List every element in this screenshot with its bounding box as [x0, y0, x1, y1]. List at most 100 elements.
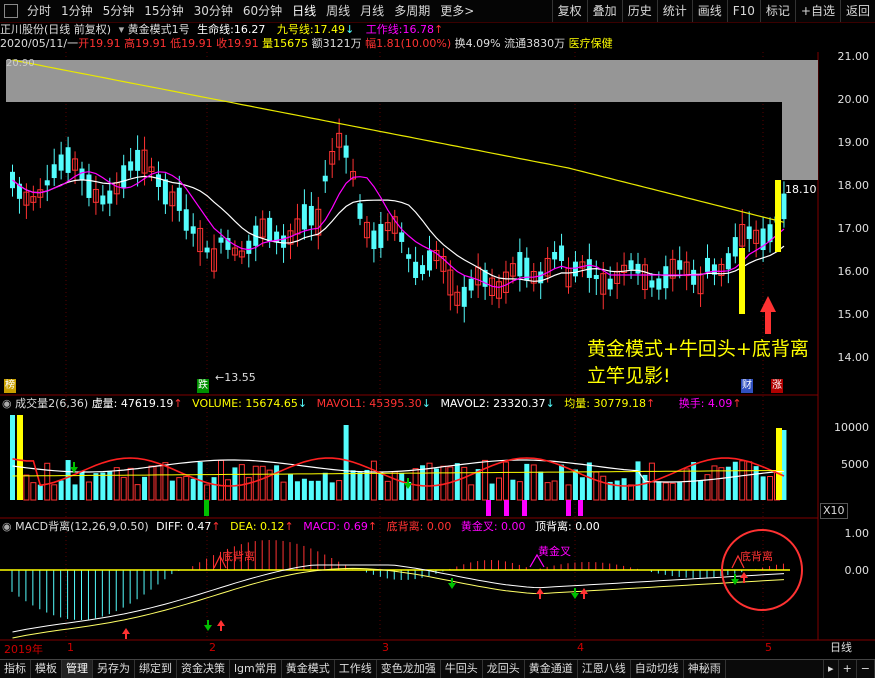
bottom-div-value: 底背离: 0.00 — [386, 520, 452, 533]
date-year: 2019年 — [4, 643, 43, 656]
zoom-in-icon[interactable]: + — [839, 660, 857, 678]
candle-down — [559, 245, 565, 261]
candle-down — [572, 261, 578, 277]
volume-bar-up — [148, 465, 155, 501]
candle-down — [176, 187, 182, 211]
volume-bar-up — [259, 465, 266, 501]
scroll-right-icon[interactable]: ▸ — [823, 660, 839, 678]
badge-die[interactable]: 跌 — [197, 379, 209, 393]
volume-bar-down — [72, 484, 78, 500]
volume-marker — [578, 500, 583, 516]
volume-bar-up — [600, 475, 607, 501]
tab-template[interactable]: 模板 — [31, 660, 62, 678]
tab-fund-decision[interactable]: 资金决策 — [177, 660, 230, 678]
candle-down — [677, 260, 683, 270]
price-tick: 17.00 — [837, 222, 870, 235]
volume-bar-down — [559, 464, 565, 500]
volume-bar-down — [572, 469, 578, 500]
candle-down — [155, 174, 161, 188]
volume-bar-down — [93, 473, 99, 500]
arrow-up-icon: ↑ — [367, 520, 378, 533]
tab-golden-mode[interactable]: 黄金模式 — [282, 660, 335, 678]
macd-header: ◉ MACD背离(12,26,9,0.50) DIFF: 0.47↑ DEA: … — [2, 520, 600, 534]
tab-lgm-common[interactable]: lgm常用 — [230, 660, 282, 678]
candle-down — [79, 168, 85, 181]
volume-bar-up — [218, 459, 224, 501]
volume-bar-down — [315, 480, 321, 500]
ma-white-line — [12, 175, 785, 282]
volume-bar-down — [169, 480, 175, 500]
diff-line — [12, 564, 785, 633]
candle-down — [705, 257, 710, 272]
tab-save-as[interactable]: 另存为 — [93, 660, 135, 678]
arrow-down-icon — [731, 574, 739, 585]
candle-down — [399, 232, 405, 242]
arrow-down-icon: ↓ — [297, 397, 308, 410]
tab-mystery-rain[interactable]: 神秘雨 — [684, 660, 726, 678]
volume-bar-up — [391, 471, 398, 501]
tab-golden-channel[interactable]: 黄金通道 — [525, 660, 578, 678]
volume-marker — [486, 500, 491, 516]
volume-bar-down — [614, 480, 620, 500]
tab-gann-eight[interactable]: 江恩八线 — [578, 660, 631, 678]
tab-auto-tangent[interactable]: 自动切线 — [631, 660, 684, 678]
volume-bar-up — [516, 481, 523, 501]
volume-bar-down — [329, 482, 335, 500]
volume-bar-up — [176, 477, 183, 501]
arrow-up-icon — [122, 628, 130, 639]
divergence-label: 底背离 — [740, 550, 773, 563]
volume-bar-down — [753, 466, 759, 500]
volume-marker — [522, 500, 527, 516]
candle-down — [343, 145, 349, 158]
tab-manage[interactable]: 管理 — [62, 660, 93, 678]
tab-work-line[interactable]: 工作线 — [335, 660, 377, 678]
pane-settings-icon[interactable]: ◉ — [2, 397, 12, 410]
candle-down — [135, 149, 141, 171]
candle-down — [656, 278, 662, 290]
volume-bar-up — [85, 481, 92, 501]
volume-bar-down — [322, 472, 328, 500]
candle-down — [732, 237, 738, 257]
volume-bar-up — [370, 460, 377, 501]
tab-bind-to[interactable]: 绑定到 — [135, 660, 177, 678]
zoom-out-icon[interactable]: − — [857, 660, 875, 678]
candle-down — [51, 164, 57, 179]
mavol1-value: MAVOL1: 45395.30 — [316, 397, 422, 410]
date-month: 5 — [765, 641, 772, 654]
volume-bar-down — [677, 482, 683, 500]
candle-down — [322, 175, 328, 182]
tab-bull-return[interactable]: 牛回头 — [441, 660, 483, 678]
pane-settings-icon[interactable]: ◉ — [2, 520, 12, 533]
annotation-subtitle: 立竿见影! — [587, 365, 671, 387]
volume-bar-up — [718, 467, 725, 501]
candle-down — [44, 180, 50, 186]
candle-down — [406, 254, 412, 259]
volume-bar-down — [232, 467, 238, 500]
volume-title[interactable]: 成交量2(6,36) — [15, 397, 88, 410]
low-price-label: ←13.55 — [215, 371, 256, 384]
price-tick: 16.00 — [837, 265, 870, 278]
badge-cai[interactable]: 财 — [741, 379, 753, 393]
tab-indicator[interactable]: 指标 — [0, 660, 31, 678]
candle-down — [552, 251, 558, 260]
arrow-up-icon: ↑ — [284, 520, 294, 533]
volume-bar-up — [683, 468, 690, 501]
badge-zhang[interactable]: 涨 — [771, 379, 783, 393]
badge-bang[interactable]: 榜 — [4, 379, 16, 393]
volume-bar-up — [44, 462, 51, 501]
candle-down — [107, 190, 113, 204]
tab-dragon-return[interactable]: 龙回头 — [483, 660, 525, 678]
volume-bar-up — [593, 471, 600, 501]
tab-chameleon[interactable]: 变色龙加强 — [377, 660, 441, 678]
candle-down — [427, 250, 432, 271]
volume-bar-up — [496, 477, 502, 501]
high-price-label: 20.90 — [6, 58, 35, 69]
volume-tick: 10000 — [834, 421, 869, 434]
signal-bar — [739, 248, 745, 314]
volume-marker — [204, 500, 209, 516]
arrow-up-icon: ↑ — [211, 520, 221, 533]
macd-title[interactable]: MACD背离(12,26,9,0.50) — [15, 520, 149, 533]
candle-down — [461, 286, 467, 307]
mavol2-value: MAVOL2: 23320.37 — [440, 397, 546, 410]
volume-bar-down — [698, 480, 704, 500]
